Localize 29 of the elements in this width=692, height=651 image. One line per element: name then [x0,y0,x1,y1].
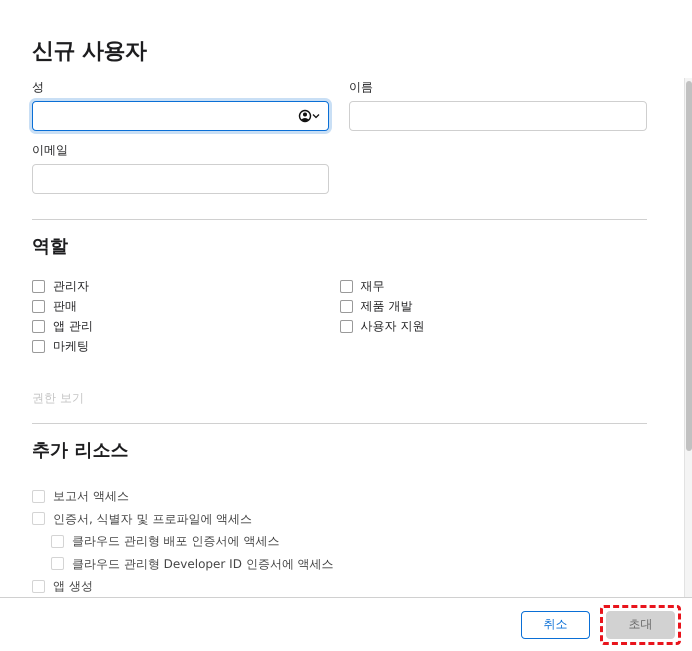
checkbox[interactable] [32,320,45,332]
checkbox-label: 클라우드 관리형 배포 인증서에 액세스 [72,533,280,550]
checkbox[interactable] [32,280,45,292]
checkbox[interactable] [340,280,352,292]
checkbox[interactable] [32,300,45,312]
checkbox[interactable] [340,320,352,332]
checkbox-label: 클라우드 관리형 Developer ID 인증서에 액세스 [72,556,334,572]
checkbox-label: 재무 [360,278,384,294]
field-label: 성 [32,80,44,94]
field-label: 이메일 [32,143,68,157]
checkbox-label: 앱 생성 [53,578,93,594]
checkbox-label: 사용자 지원 [360,318,424,334]
checkbox-label: 판매 [53,298,77,314]
checkbox-label: 인증서, 식별자 및 프로파일에 액세스 [53,510,252,527]
cancel-button[interactable]: 취소 [521,610,590,638]
checkbox[interactable] [32,340,45,352]
field-label: 이름 [349,80,373,94]
checkbox-label: 관리자 [53,278,89,294]
input-field[interactable] [32,101,329,131]
checkbox-label: 제품 개발 [360,298,412,314]
checkbox[interactable] [340,300,352,312]
section-heading: 역할 [32,235,69,259]
section-heading: 추가 리소스 [32,439,130,463]
contact-menu-icon[interactable] [298,109,322,123]
scrollbar[interactable] [684,78,692,597]
checkbox-label: 보고서 액세스 [53,488,129,504]
checkbox-label: 마케팅 [53,338,89,354]
dialog-title: 신규 사용자 [32,38,148,66]
checkbox-label: 앱 관리 [53,318,93,334]
